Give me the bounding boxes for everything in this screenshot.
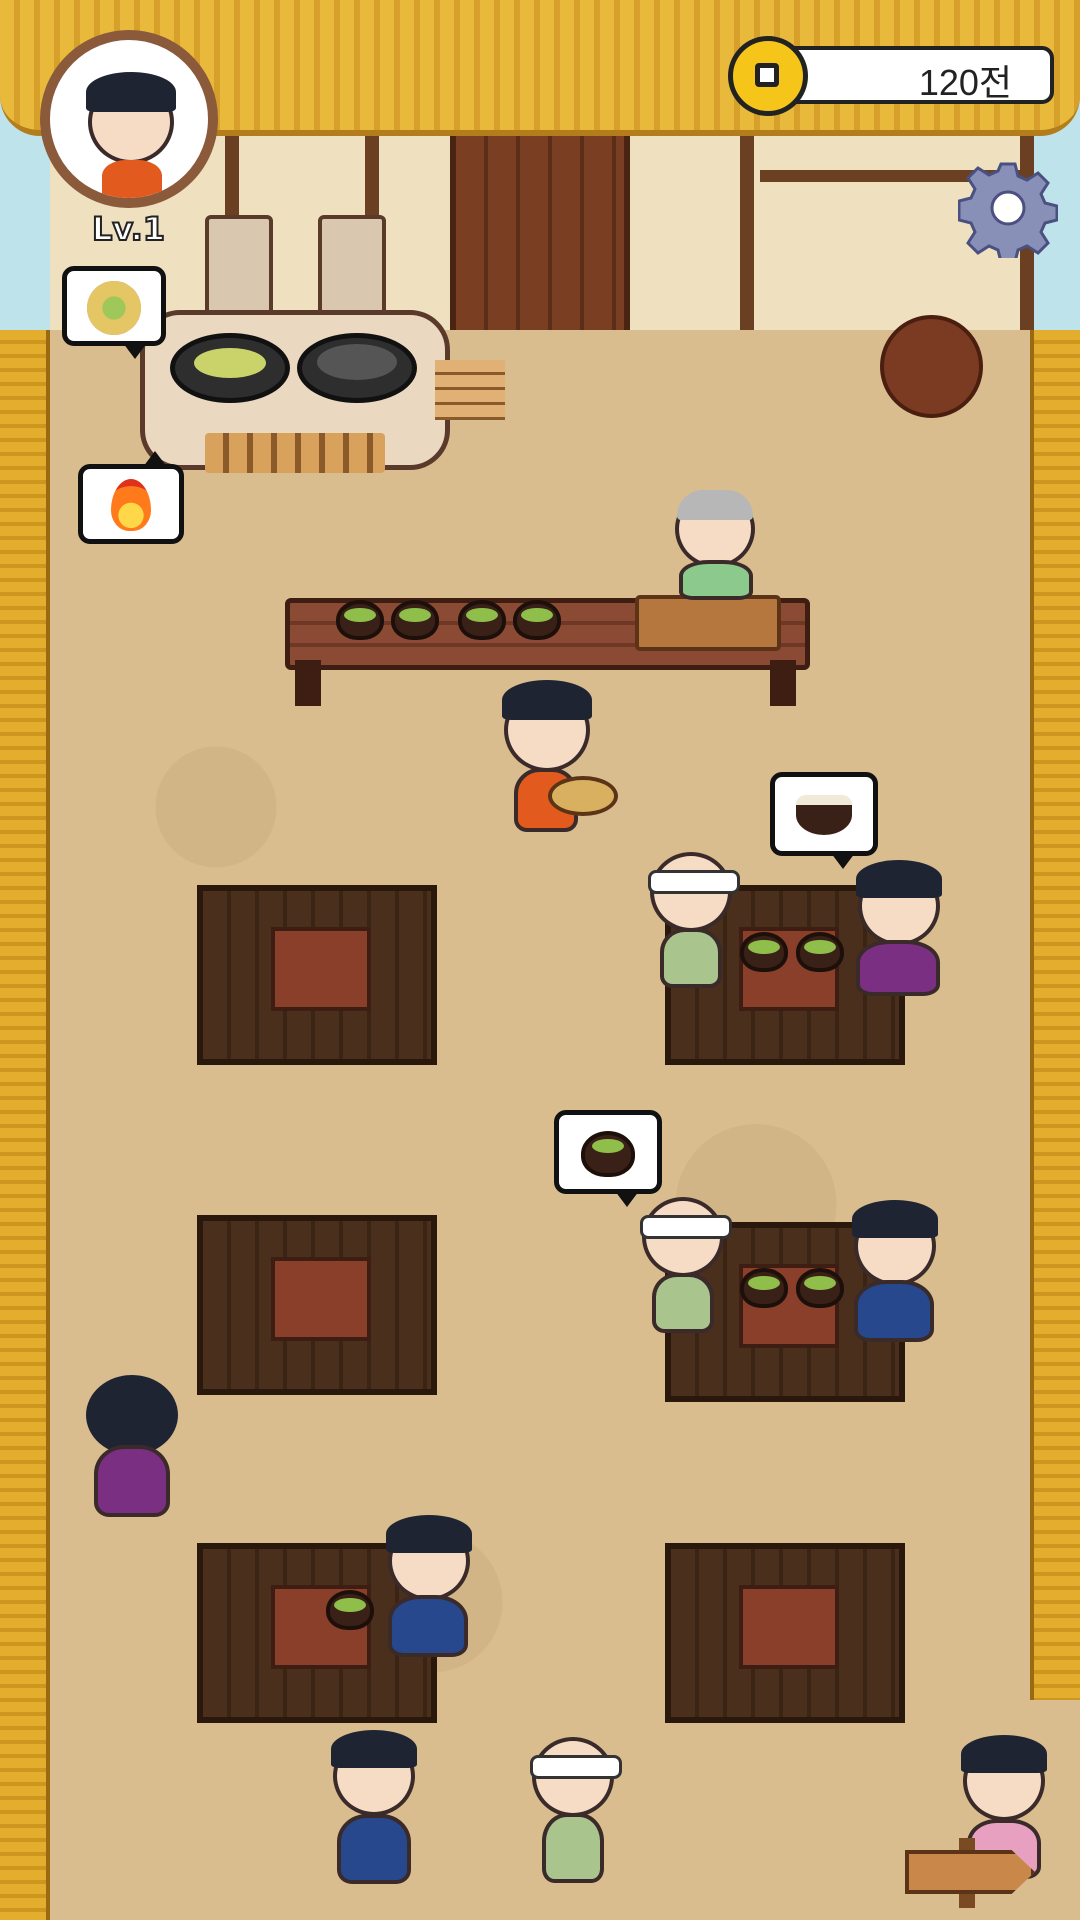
pancake-icon bbox=[87, 281, 141, 335]
customer-body bbox=[854, 1280, 934, 1342]
customer-woman-waiting[interactable] bbox=[325, 1730, 425, 1890]
dirt-ground bbox=[0, 330, 1080, 1920]
customer-hair bbox=[386, 1515, 472, 1553]
soup-bowl-icon bbox=[581, 1131, 635, 1177]
table-top bbox=[271, 927, 371, 1011]
signpost-icon[interactable] bbox=[905, 1838, 1055, 1908]
soup-bowl-served bbox=[740, 932, 788, 972]
customer-woman-waiting[interactable] bbox=[82, 1375, 182, 1525]
order-bubble-soup[interactable] bbox=[554, 1110, 662, 1207]
serving-tray bbox=[548, 776, 618, 816]
straw-fence-left bbox=[0, 330, 50, 1920]
clay-jar bbox=[880, 315, 983, 418]
table-top bbox=[271, 1257, 371, 1341]
customer-man-waiting[interactable] bbox=[524, 1725, 624, 1895]
customer-man[interactable] bbox=[638, 1185, 732, 1345]
cook-body bbox=[679, 560, 753, 600]
customer-hair bbox=[852, 1200, 938, 1238]
player-waiter[interactable] bbox=[490, 680, 620, 840]
customer-woman[interactable] bbox=[380, 1515, 480, 1665]
avatar-body bbox=[102, 160, 162, 198]
customer-body bbox=[542, 1813, 604, 1883]
soup-bowl-ready[interactable] bbox=[336, 600, 384, 640]
dining-table-6[interactable] bbox=[665, 1543, 905, 1723]
pancake-cooking bbox=[194, 348, 266, 378]
fire-icon bbox=[111, 479, 151, 531]
signpost-arrow bbox=[905, 1850, 1035, 1894]
customer-body bbox=[652, 1273, 714, 1333]
soup-bowl-served bbox=[796, 1268, 844, 1308]
customer-hair bbox=[331, 1730, 417, 1768]
cooking-pot-pancake[interactable] bbox=[170, 333, 290, 403]
customer-man[interactable] bbox=[646, 840, 740, 1000]
customer-body bbox=[660, 928, 722, 988]
straw-fence-right bbox=[1030, 330, 1080, 1700]
dining-table-3[interactable] bbox=[197, 1215, 437, 1395]
table-top bbox=[739, 1585, 839, 1669]
customer-hair bbox=[856, 860, 942, 898]
cutting-board bbox=[635, 595, 781, 651]
customer-body bbox=[388, 1595, 468, 1657]
dining-table-1[interactable] bbox=[197, 885, 437, 1065]
clay-stove[interactable] bbox=[140, 310, 450, 473]
soup-bowl-served bbox=[796, 932, 844, 972]
firewood bbox=[205, 433, 385, 473]
soup-bowl-served bbox=[326, 1590, 374, 1630]
player-avatar-icon[interactable] bbox=[40, 30, 218, 208]
headband bbox=[530, 1755, 622, 1779]
pot-lid bbox=[317, 344, 397, 380]
grandma-cook bbox=[665, 490, 765, 600]
customer-hair bbox=[86, 1375, 178, 1455]
order-bubble-rice[interactable] bbox=[770, 772, 878, 869]
fire-bubble[interactable] bbox=[78, 451, 184, 544]
counter-leg bbox=[295, 660, 321, 706]
soup-bowl-served bbox=[740, 1268, 788, 1308]
cooking-pot-soup[interactable] bbox=[297, 333, 417, 403]
waiter-hair bbox=[502, 680, 592, 720]
soup-bowl-ready[interactable] bbox=[458, 600, 506, 640]
cook-hair bbox=[677, 490, 753, 520]
player-level-label: Lv.1 bbox=[91, 209, 166, 249]
customer-woman[interactable] bbox=[850, 860, 950, 1000]
customer-woman[interactable] bbox=[846, 1200, 946, 1350]
counter-leg bbox=[770, 660, 796, 706]
customer-hair bbox=[961, 1735, 1047, 1773]
wooden-gate bbox=[450, 130, 630, 350]
customer-body bbox=[856, 940, 940, 996]
currency-amount: 120전 bbox=[918, 62, 1012, 103]
soup-bowl-ready[interactable] bbox=[391, 600, 439, 640]
gear-icon[interactable] bbox=[958, 158, 1058, 258]
customer-body bbox=[337, 1814, 411, 1884]
soup-bowl-ready[interactable] bbox=[513, 600, 561, 640]
headband bbox=[640, 1215, 732, 1239]
coin-icon bbox=[728, 36, 808, 116]
headband bbox=[648, 870, 740, 894]
customer-body bbox=[94, 1445, 170, 1517]
firewood-pile bbox=[435, 360, 505, 420]
rice-bowl-icon bbox=[796, 795, 852, 835]
pancake-bubble[interactable] bbox=[62, 266, 166, 359]
avatar-hair bbox=[86, 72, 176, 112]
wall-post bbox=[740, 120, 754, 340]
